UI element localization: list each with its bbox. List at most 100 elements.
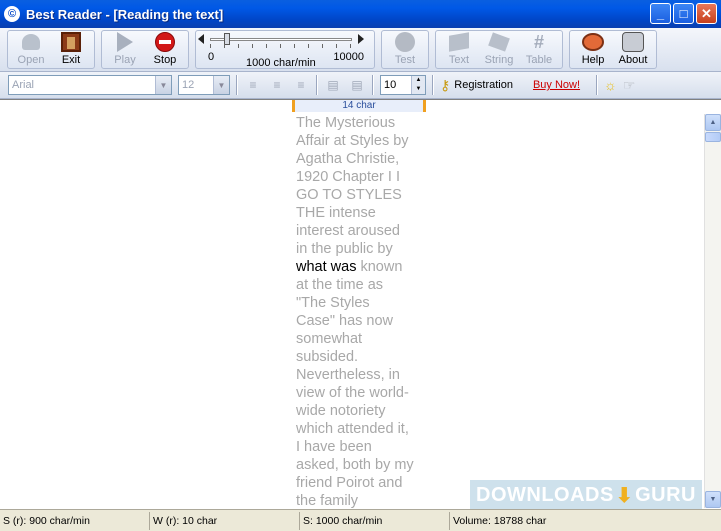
text-line: Case" has now bbox=[296, 313, 394, 329]
text-line: THE intense bbox=[296, 205, 376, 221]
chevron-down-icon[interactable]: ▼ bbox=[155, 76, 171, 94]
font-select-value: Arial bbox=[12, 79, 35, 91]
font-select[interactable]: Arial ▼ bbox=[8, 75, 172, 95]
text-mode-label: Text bbox=[448, 54, 470, 66]
reading-area: 14 char The Mysterious Affair at Styles b… bbox=[0, 99, 721, 510]
window-controls: _ □ ✕ bbox=[650, 3, 717, 24]
line-width-ruler[interactable]: 14 char bbox=[292, 100, 426, 112]
test-label: Test bbox=[394, 54, 416, 66]
exit-button[interactable]: Exit bbox=[51, 31, 91, 68]
app-icon: © bbox=[4, 6, 20, 22]
table-mode-button[interactable]: # Table bbox=[519, 31, 559, 68]
string-mode-button[interactable]: String bbox=[479, 31, 519, 68]
page-icon[interactable]: ▤ bbox=[324, 76, 342, 94]
registration-label: Registration bbox=[454, 79, 513, 91]
scroll-thumb[interactable] bbox=[705, 132, 721, 142]
spin-up-icon[interactable]: ▲ bbox=[412, 76, 425, 85]
format-toolbar: Arial ▼ 12 ▼ ≡ ≡ ≡ ▤ ▤ 10 ▲ ▼ ⚷ Registra… bbox=[0, 72, 721, 99]
minimize-button[interactable]: _ bbox=[650, 3, 671, 24]
text-line: GO TO STYLES bbox=[296, 187, 402, 203]
string-icon bbox=[488, 32, 510, 52]
test-group: Test bbox=[381, 30, 429, 69]
lifebuoy-icon bbox=[582, 33, 604, 51]
speed-decrease-arrow-icon[interactable] bbox=[198, 34, 204, 44]
spin-down-icon[interactable]: ▼ bbox=[412, 85, 425, 94]
title-bar: © Best Reader - [Reading the text] _ □ ✕ bbox=[0, 0, 721, 28]
help-button[interactable]: Help bbox=[573, 31, 613, 68]
pointer-hand-icon[interactable]: ☞ bbox=[623, 77, 636, 94]
line-width-value: 10 bbox=[384, 79, 397, 91]
stop-label: Stop bbox=[153, 54, 177, 66]
speed-slider-track[interactable] bbox=[210, 38, 352, 41]
open-button[interactable]: Open bbox=[11, 31, 51, 68]
separator bbox=[236, 75, 238, 95]
stop-button[interactable]: Stop bbox=[145, 31, 185, 68]
window-title: Best Reader - [Reading the text] bbox=[26, 6, 224, 22]
exit-label: Exit bbox=[61, 54, 81, 66]
text-line: view of the world- bbox=[296, 385, 409, 401]
separator bbox=[372, 75, 374, 95]
registration-button[interactable]: ⚷ Registration bbox=[440, 77, 513, 94]
file-group: Open Exit bbox=[7, 30, 95, 69]
watermark-logo: DOWNLOADS ⬇ GURU bbox=[470, 480, 702, 510]
close-button[interactable]: ✕ bbox=[696, 3, 717, 24]
line-width-spinner[interactable]: 10 ▲ ▼ bbox=[380, 75, 426, 95]
text-line: at the time as bbox=[296, 277, 384, 293]
test-button[interactable]: Test bbox=[385, 31, 425, 68]
align-left-icon[interactable]: ≡ bbox=[244, 76, 262, 94]
help-group: Help About bbox=[569, 30, 657, 69]
main-toolbar: Open Exit Play Stop 0 1000 char/min 1000… bbox=[0, 28, 721, 72]
align-center-icon[interactable]: ≡ bbox=[268, 76, 286, 94]
play-icon bbox=[117, 32, 133, 52]
text-line: wide notoriety bbox=[296, 403, 386, 419]
key-icon: ⚷ bbox=[440, 76, 451, 93]
maximize-button[interactable]: □ bbox=[673, 3, 694, 24]
font-size-value: 12 bbox=[182, 79, 195, 91]
text-line: asked, both by my bbox=[296, 457, 414, 473]
text-line: what was known bbox=[296, 259, 403, 275]
text-line: in the public by bbox=[296, 241, 393, 257]
speed-increase-arrow-icon[interactable] bbox=[358, 34, 364, 44]
about-label: About bbox=[618, 54, 648, 66]
vertical-scrollbar[interactable]: ▲ ▼ bbox=[704, 114, 721, 508]
current-reading-words: what was bbox=[296, 259, 357, 275]
test-icon bbox=[395, 32, 415, 52]
separator bbox=[316, 75, 318, 95]
about-icon bbox=[622, 32, 644, 52]
table-icon: # bbox=[533, 31, 544, 52]
text-line: I have been bbox=[296, 439, 372, 455]
align-right-icon[interactable]: ≡ bbox=[292, 76, 310, 94]
text-line: "The Styles bbox=[296, 295, 370, 311]
status-volume: Volume: 18788 char bbox=[453, 514, 547, 527]
door-icon bbox=[61, 32, 81, 52]
status-word-width: W (r): 10 char bbox=[150, 511, 300, 530]
string-mode-label: String bbox=[484, 54, 514, 66]
chevron-down-icon[interactable]: ▼ bbox=[213, 76, 229, 94]
text-mode-button[interactable]: Text bbox=[439, 31, 479, 68]
play-button[interactable]: Play bbox=[105, 31, 145, 68]
scroll-down-icon[interactable]: ▼ bbox=[705, 491, 721, 508]
page-alt-icon[interactable]: ▤ bbox=[348, 76, 366, 94]
speed-current-label: 1000 char/min bbox=[246, 57, 316, 69]
mode-group: Text String # Table bbox=[435, 30, 563, 69]
table-mode-label: Table bbox=[525, 54, 553, 66]
speed-slider-group: 0 1000 char/min 10000 bbox=[195, 30, 375, 69]
separator bbox=[596, 75, 599, 95]
status-speed: S: 1000 char/min bbox=[300, 511, 450, 530]
text-line: interest aroused bbox=[296, 223, 400, 239]
text-line: somewhat bbox=[296, 331, 363, 347]
text-line: Agatha Christie, bbox=[296, 151, 400, 167]
buy-now-link[interactable]: Buy Now! bbox=[533, 79, 580, 91]
help-label: Help bbox=[581, 54, 605, 66]
text-line: the family bbox=[296, 493, 359, 509]
text-line: The Mysterious bbox=[296, 115, 396, 131]
play-label: Play bbox=[114, 54, 136, 66]
reading-text: The Mysterious Affair at Styles by Agatha … bbox=[296, 114, 426, 510]
font-size-select[interactable]: 12 ▼ bbox=[178, 75, 230, 95]
lightbulb-icon[interactable]: ☼ bbox=[604, 77, 617, 93]
scroll-up-icon[interactable]: ▲ bbox=[705, 114, 721, 131]
playback-group: Play Stop bbox=[101, 30, 189, 69]
about-button[interactable]: About bbox=[613, 31, 653, 68]
status-reading-speed: S (r): 900 char/min bbox=[0, 511, 150, 530]
text-line: which attended it, bbox=[296, 421, 409, 437]
